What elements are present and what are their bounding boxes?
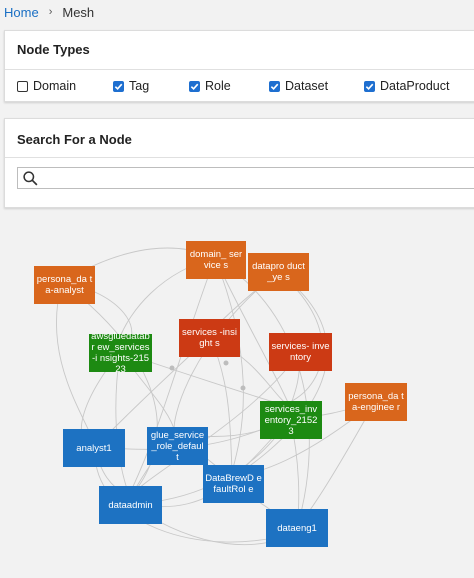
checkbox-label: Tag [129,79,150,93]
search-panel: Search For a Node [4,118,474,208]
checkbox-role[interactable]: Role [189,79,231,93]
search-box[interactable] [17,167,474,189]
graph-node-services-inventory-21523[interactable]: services_inv entory_21523 [260,401,322,439]
checkbox-domain[interactable]: Domain [17,79,76,93]
search-title: Search For a Node [17,132,132,147]
graph-node-domain-services[interactable]: domain_ service s [186,241,246,279]
node-types-divider [5,69,474,70]
graph-node-analyst1[interactable]: analyst1 [63,429,125,467]
checkbox-checked-icon[interactable] [113,80,124,92]
graph-node-persona-data-analyst[interactable]: persona_da ta-analyst [34,266,95,304]
checkbox-dataproduct[interactable]: DataProduct [364,79,449,93]
breadcrumb-current: Mesh [62,4,95,20]
mesh-graph[interactable]: persona_da ta-analyst domain_ service s … [0,222,474,578]
search-icon [23,171,38,186]
checkbox-label: Dataset [285,79,329,93]
checkbox-unchecked-icon[interactable] [17,80,28,92]
graph-node-dataadmin[interactable]: dataadmin [99,486,162,524]
graph-node-awsgluedatabrew[interactable]: awsgluedatabr ew_services-i nsights-2152… [89,331,152,375]
node-types-panel: Node Types Domain Tag Role Dataset DataP… [4,30,474,102]
checkbox-tag[interactable]: Tag [113,79,149,93]
checkbox-label: Role [205,79,231,93]
checkbox-label: DataProduct [380,79,450,93]
checkbox-checked-icon[interactable] [364,80,375,92]
graph-node-dataeng1[interactable]: dataeng1 [266,509,328,547]
graph-node-persona-data-engineer[interactable]: persona_da ta-enginee r [345,383,407,421]
graph-node-services-insights[interactable]: services -insight s [179,319,240,357]
breadcrumb-home-link[interactable]: Home [4,5,39,20]
graph-node-glue-service-role-default[interactable]: glue_service _role_defaul t [147,427,208,465]
checkbox-dataset[interactable]: Dataset [269,79,328,93]
search-divider [5,157,474,158]
checkbox-label: Domain [33,79,77,93]
graph-node-databrew-default-role[interactable]: DataBrewD efaultRol e [203,465,264,503]
breadcrumb-separator-icon: › [48,6,53,18]
checkbox-checked-icon[interactable] [189,80,200,92]
graph-node-dataproduct-yes[interactable]: datapro duct_ye s [248,253,309,291]
node-type-filters: Domain Tag Role Dataset DataProduct [17,79,474,97]
breadcrumb: Home › Mesh [0,0,474,24]
checkbox-checked-icon[interactable] [269,80,280,92]
node-types-title: Node Types [17,42,90,57]
search-input[interactable] [42,168,474,188]
graph-node-services-inventory[interactable]: services- inventory [269,333,332,371]
